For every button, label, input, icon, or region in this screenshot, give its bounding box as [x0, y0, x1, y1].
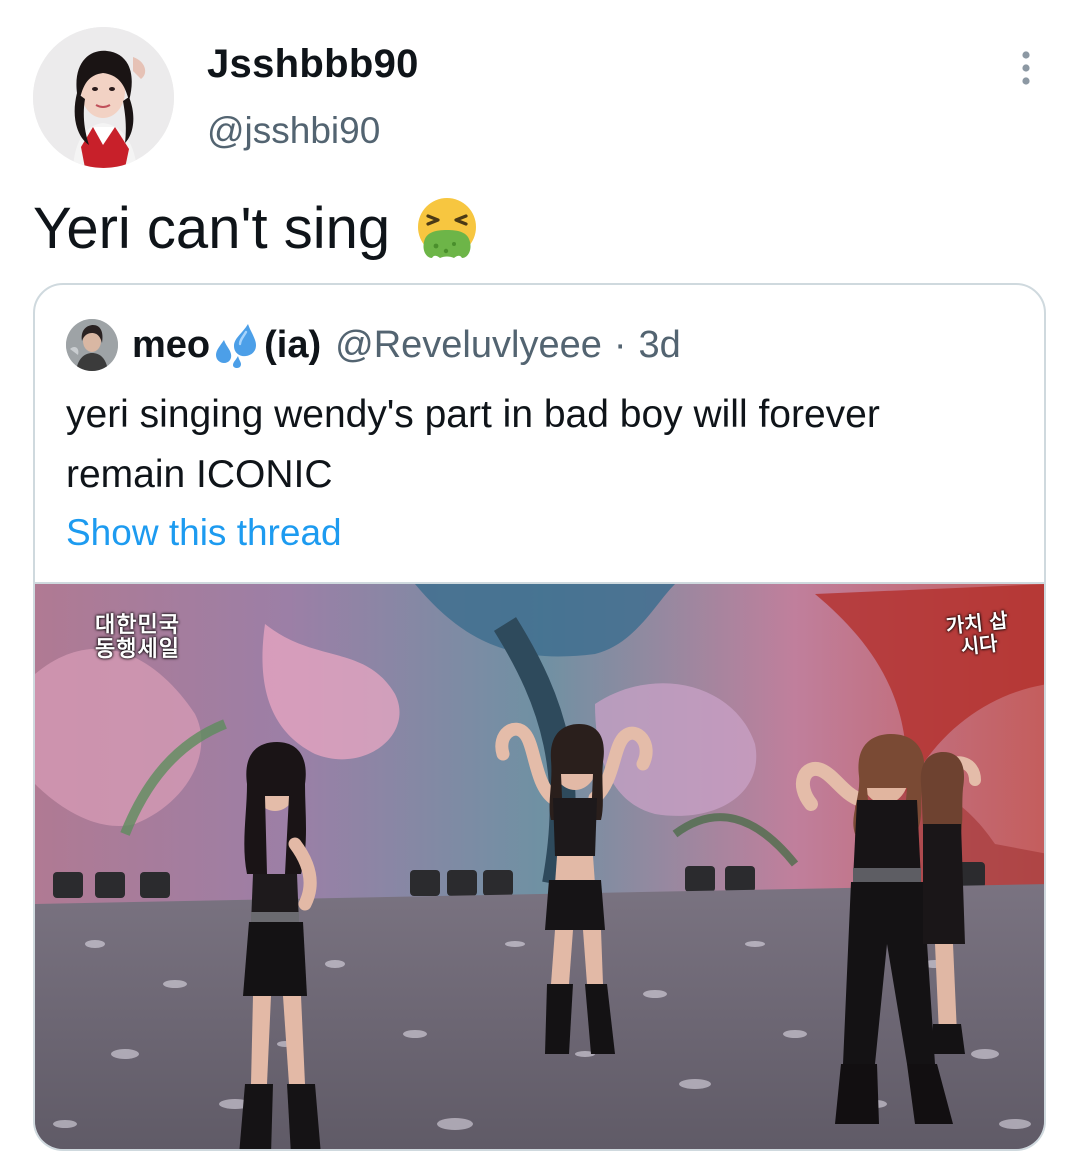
quoted-tweet-header: meo (ia) @Reveluvlyeee · 3d	[66, 319, 681, 371]
quoted-author-handle[interactable]: @Reveluvlyeee	[335, 324, 602, 367]
author-handle[interactable]: @jsshbi90	[207, 110, 380, 152]
header-separator: ·	[613, 323, 627, 366]
tweet-text-content: Yeri can't sing	[33, 196, 391, 261]
quoted-profile-photo	[66, 319, 118, 371]
author-avatar[interactable]	[33, 27, 174, 168]
quoted-tweet-video[interactable]: 대한민국 동행세일 가치 삽시다	[35, 582, 1044, 1149]
tweet-text: Yeri can't sing	[33, 195, 480, 262]
broadcast-logo-right: 가치 삽시다	[944, 607, 1010, 659]
vomiting-face-icon	[414, 196, 480, 262]
quoted-author-name-prefix: meo	[132, 323, 211, 366]
profile-photo	[33, 27, 174, 168]
quoted-author-name-suffix: (ia)	[264, 323, 322, 366]
quoted-tweet-timestamp[interactable]: 3d	[639, 324, 681, 367]
show-this-thread-link[interactable]: Show this thread	[66, 512, 342, 554]
more-vertical-icon	[1022, 51, 1030, 85]
quoted-tweet-text: yeri singing wendy's part in bad boy wil…	[66, 393, 880, 496]
sweat-droplets-icon	[212, 322, 262, 368]
author-display-name[interactable]: Jsshbbb90	[207, 42, 419, 87]
quoted-tweet-card[interactable]: meo (ia) @Reveluvlyeee · 3d yeri singing…	[33, 283, 1046, 1151]
more-options-button[interactable]	[1012, 48, 1040, 88]
quoted-author-name[interactable]: meo (ia)	[132, 322, 321, 368]
video-frame-image	[35, 584, 1044, 1149]
quoted-author-avatar[interactable]	[66, 319, 118, 371]
broadcast-logo-left: 대한민국 동행세일	[95, 613, 180, 662]
